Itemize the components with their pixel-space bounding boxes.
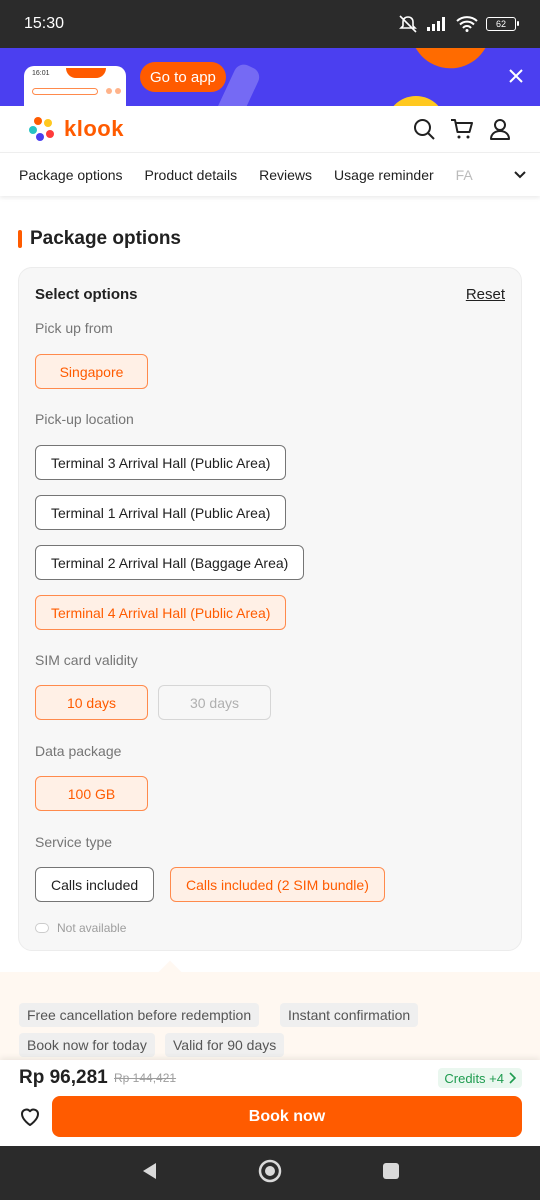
- group-label: Pick up from: [35, 320, 113, 336]
- tab-usage-reminder[interactable]: Usage reminder: [334, 167, 434, 183]
- account-button[interactable]: [488, 117, 512, 141]
- status-bar: 15:30 62: [0, 0, 540, 48]
- logo-text: klook: [64, 116, 124, 141]
- klook-logo-icon: [29, 117, 54, 141]
- highlight-tag: Valid for 90 days: [165, 1033, 285, 1057]
- user-icon: [490, 119, 510, 140]
- unavailable-swatch: [35, 923, 49, 933]
- availability-legend: Not available: [35, 921, 126, 935]
- heart-icon: [21, 1108, 39, 1126]
- battery-icon: 62: [486, 17, 519, 31]
- section-tabs: Package options Product details Reviews …: [0, 152, 540, 196]
- option-chip[interactable]: Calls included (2 SIM bundle): [170, 867, 385, 902]
- signal-icon: [427, 17, 445, 31]
- option-chip[interactable]: Terminal 2 Arrival Hall (Baggage Area): [35, 545, 305, 580]
- cart-button[interactable]: [450, 117, 474, 141]
- klook-logo[interactable]: klook: [28, 115, 124, 143]
- tabs-expand-button[interactable]: [500, 153, 540, 196]
- recents-button[interactable]: [382, 1162, 400, 1185]
- back-icon: [143, 1162, 156, 1179]
- credits-badge[interactable]: Credits +4: [438, 1068, 522, 1088]
- reset-button[interactable]: Reset: [466, 286, 505, 303]
- original-price: Rp 144,421: [114, 1071, 177, 1085]
- cart-icon: [451, 119, 473, 139]
- system-nav-bar: [0, 1146, 540, 1200]
- booking-footer: Rp 96,281 Rp 144,421 Credits +4 Book now: [0, 1060, 540, 1146]
- tab-package-options[interactable]: Package options: [19, 167, 123, 183]
- phone-time: 16:01: [32, 70, 50, 77]
- option-chip-disabled[interactable]: 30 days: [158, 685, 271, 720]
- option-chip[interactable]: Terminal 4 Arrival Hall (Public Area): [35, 595, 287, 630]
- section-title: Package options: [30, 228, 181, 249]
- option-chip[interactable]: Singapore: [35, 354, 148, 389]
- close-icon: [509, 69, 523, 83]
- options-title: Select options: [35, 286, 138, 303]
- mute-icon: [399, 15, 417, 33]
- option-chip[interactable]: Calls included: [35, 867, 155, 902]
- wifi-icon: [456, 16, 478, 32]
- group-label: Data package: [35, 743, 122, 759]
- tab-faq[interactable]: FA: [456, 167, 473, 183]
- section-heading: Package options: [18, 228, 181, 250]
- chevron-down-icon: [514, 171, 526, 179]
- chevron-right-icon: [509, 1072, 516, 1084]
- app-banner[interactable]: 16:01 Go to app: [0, 48, 540, 106]
- current-price: Rp 96,281: [19, 1067, 108, 1088]
- highlight-tag: Instant confirmation: [280, 1003, 419, 1027]
- status-time: 15:30: [24, 15, 65, 32]
- option-chip[interactable]: Terminal 3 Arrival Hall (Public Area): [35, 445, 287, 480]
- back-button[interactable]: [140, 1161, 158, 1186]
- group-label: Pick-up location: [35, 411, 134, 427]
- option-chip[interactable]: Terminal 1 Arrival Hall (Public Area): [35, 495, 287, 530]
- highlight-tag: Free cancellation before redemption: [19, 1003, 260, 1027]
- go-to-app-button[interactable]: Go to app: [140, 62, 226, 92]
- search-button[interactable]: [412, 117, 436, 141]
- highlight-tag: Book now for today: [19, 1033, 155, 1057]
- tab-product-details[interactable]: Product details: [145, 167, 238, 183]
- option-chip[interactable]: 10 days: [35, 685, 148, 720]
- credits-label: Credits +4: [444, 1070, 504, 1086]
- home-icon: [258, 1159, 282, 1182]
- wishlist-button[interactable]: [18, 1104, 42, 1128]
- group-label: Service type: [35, 834, 113, 850]
- options-card: Select options Reset Pick up from Singap…: [18, 267, 522, 951]
- option-chip[interactable]: 100 GB: [35, 776, 148, 811]
- close-banner-button[interactable]: [504, 64, 528, 88]
- book-now-button[interactable]: Book now: [52, 1096, 522, 1137]
- legend-label: Not available: [57, 921, 127, 935]
- system-icons: 62: [398, 15, 519, 33]
- search-icon: [414, 119, 435, 140]
- site-header: klook: [0, 106, 540, 152]
- tab-reviews[interactable]: Reviews: [259, 167, 312, 183]
- recents-icon: [383, 1162, 399, 1179]
- home-button[interactable]: [258, 1159, 282, 1188]
- package-highlights: Free cancellation before redemption Inst…: [0, 960, 540, 1060]
- phone-illustration: 16:01: [24, 66, 126, 106]
- group-label: SIM card validity: [35, 652, 138, 668]
